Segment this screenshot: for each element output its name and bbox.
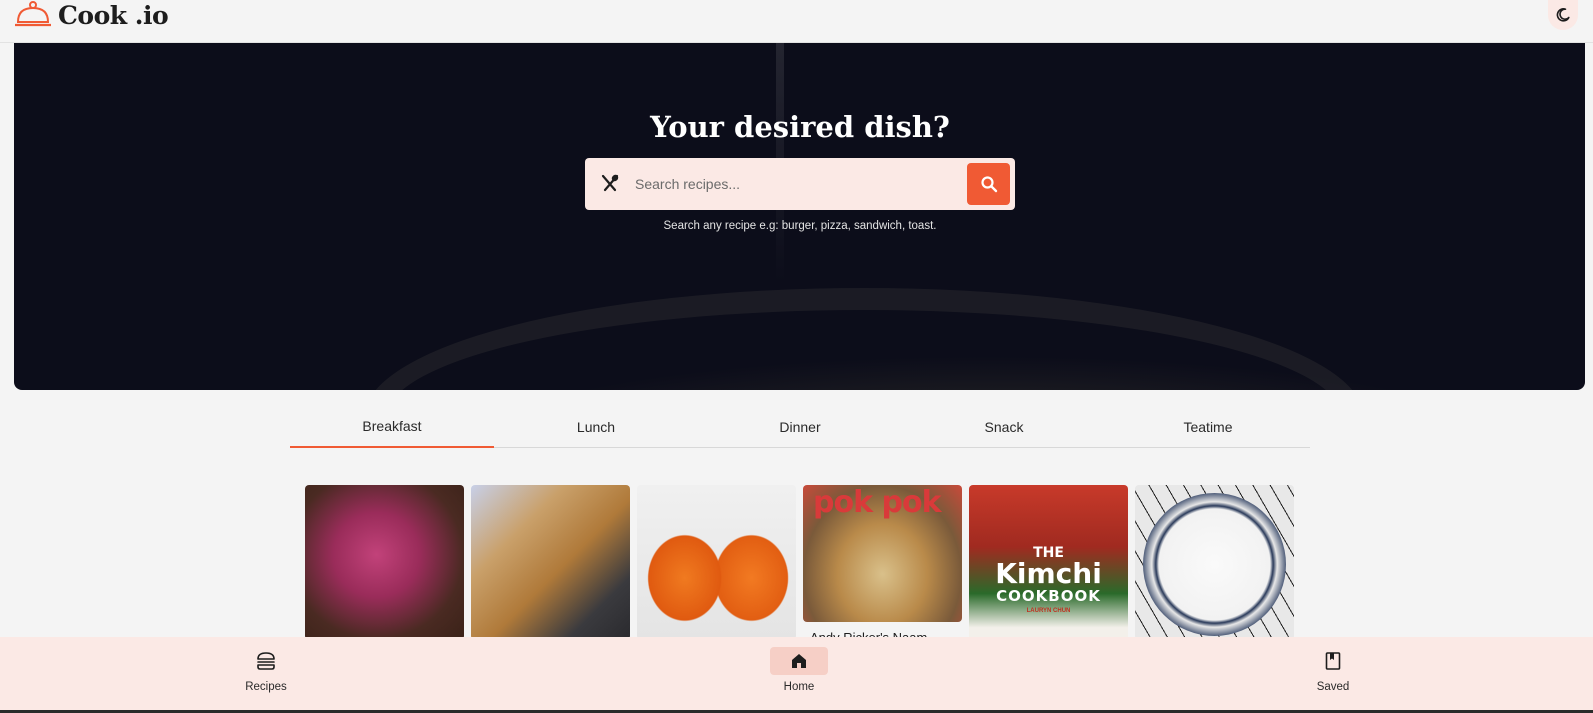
tab-breakfast[interactable]: Breakfast [290,406,494,448]
recipe-card-seeded-crackers[interactable] [471,485,630,640]
hero-title: Your desired dish? [650,110,950,144]
utensils-icon [601,174,619,192]
pok-pok-cover-title: pok pok [813,485,942,520]
moon-icon [1556,8,1570,22]
bookmark-icon [1325,652,1341,670]
recipe-card-kimchi-cookbook[interactable]: THE Kimchi COOKBOOK LAURYN CHUN [969,485,1128,640]
logo[interactable]: Cook .io [14,0,169,30]
hero-banner [14,43,1585,390]
burger-icon [257,652,275,670]
nav-item-saved[interactable]: Saved [1293,647,1373,703]
nav-icon-wrap [1304,647,1362,675]
nav-item-recipes[interactable]: Recipes [226,647,306,703]
kimchi-cover-author: LAURYN CHUN [1026,608,1071,614]
search-bar [585,158,1015,210]
recipe-card-list: pok pok Andy Ricker's Naam THE Kimchi CO… [305,485,1295,645]
pan-rim [364,288,1364,390]
nav-icon-wrap [770,647,828,675]
search-hint: Search any recipe e.g: burger, pizza, sa… [663,220,937,232]
recipe-card-berry-smoothie[interactable] [305,485,464,640]
search-icon [980,176,997,193]
tab-dinner[interactable]: Dinner [698,406,902,448]
app-name: Cook .io [58,0,169,30]
top-bar: Cook .io [0,0,1593,43]
theme-toggle-button[interactable] [1548,0,1578,30]
home-icon [792,654,806,668]
nav-label-saved: Saved [1316,681,1350,693]
recipe-card-marmalade[interactable] [637,485,796,640]
meal-tabs: Breakfast Lunch Dinner Snack Teatime [290,406,1310,448]
nav-label-home: Home [783,681,815,693]
recipe-card-pok-pok[interactable]: pok pok [803,485,962,622]
nav-item-home[interactable]: Home [759,647,839,703]
kimchi-cover-subtitle: COOKBOOK [996,587,1101,605]
search-button[interactable] [967,163,1010,205]
rice-bowl-image [1143,493,1286,636]
nav-label-recipes: Recipes [245,681,287,693]
kimchi-cover-title: Kimchi [995,557,1102,590]
search-input[interactable] [635,166,963,202]
recipe-card-rice[interactable] [1135,485,1294,640]
tab-lunch[interactable]: Lunch [494,406,698,448]
tab-snack[interactable]: Snack [902,406,1106,448]
bottom-navigation: Recipes Home Saved [0,637,1593,710]
nav-icon-wrap [237,647,295,675]
tab-teatime[interactable]: Teatime [1106,406,1310,448]
cloche-icon [15,1,51,27]
